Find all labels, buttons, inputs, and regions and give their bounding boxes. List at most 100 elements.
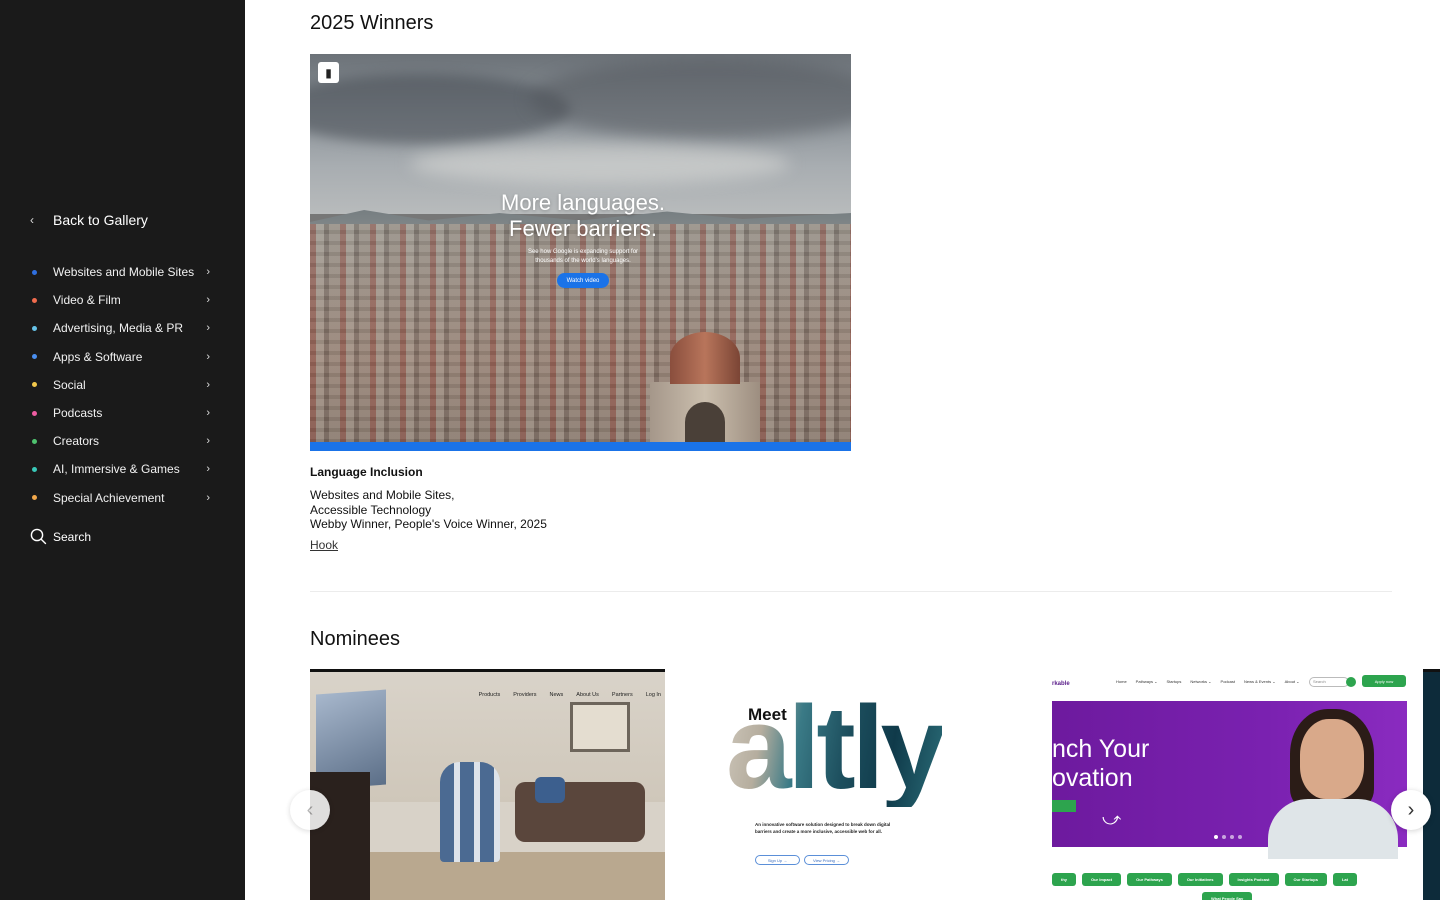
back-to-gallery-label: Back to Gallery: [53, 212, 148, 228]
hero-headline: More languages. Fewer barriers.: [310, 190, 851, 242]
card3-logo: rkable: [1052, 681, 1070, 687]
card3-person-photo: [1260, 709, 1400, 859]
card3-nav-item: About ⌄: [1284, 679, 1300, 684]
sidebar: ‹ Back to Gallery Websites and Mobile Si…: [0, 0, 245, 900]
category-label: Websites and Mobile Sites: [53, 265, 195, 280]
category-label: Apps & Software: [53, 349, 143, 364]
category-item-video-film[interactable]: Video & Film ›: [30, 286, 210, 314]
wall-frame: [570, 702, 630, 752]
category-label: Social: [53, 377, 86, 392]
agency-link[interactable]: Hook: [310, 538, 338, 552]
card3-pill: thy: [1052, 873, 1076, 886]
category-label: Video & Film: [53, 293, 121, 308]
chevron-right-icon: ›: [1407, 799, 1415, 821]
chevron-right-icon: ›: [206, 491, 210, 504]
hero-subtext-line1: See how Google is expanding support for: [527, 249, 639, 255]
category-item-podcasts[interactable]: Podcasts ›: [30, 399, 210, 427]
card1-nav-item: News: [549, 692, 564, 698]
card3-nav-item: Podcast: [1220, 679, 1235, 684]
category-list: Websites and Mobile Sites › Video & Film ›…: [30, 258, 210, 512]
nominee-card[interactable]: rkable Home Pathways ⌄ Startups Networks…: [1052, 669, 1407, 900]
category-label: AI, Immersive & Games: [53, 462, 180, 477]
phone-icon[interactable]: ▮: [318, 62, 339, 83]
nominee-card-partial[interactable]: [1423, 669, 1440, 900]
person-face: [1300, 719, 1364, 799]
category-label: Special Achievement: [53, 490, 165, 505]
category-item-apps[interactable]: Apps & Software ›: [30, 343, 210, 371]
slider-dot: [1214, 835, 1218, 839]
hero-progress-bar: [310, 442, 851, 451]
winners-heading: 2025 Winners: [310, 12, 434, 34]
card3-green-button: [1052, 800, 1076, 812]
section-divider: [310, 591, 1392, 592]
card1-nav-item: Log In: [645, 692, 661, 698]
nominee-card[interactable]: altly Meet An innovative software soluti…: [722, 669, 1032, 900]
category-dot: [32, 382, 37, 388]
card3-nav: Home Pathways ⌄ Startups Networks ⌄ Podc…: [1116, 679, 1300, 684]
chevron-right-icon: ›: [206, 350, 210, 363]
card3-nav-item: Startups: [1166, 679, 1182, 684]
category-item-special-achievement[interactable]: Special Achievement ›: [30, 484, 210, 512]
person-shirt: [1268, 799, 1398, 859]
card3-apply-button: Apply now: [1362, 675, 1406, 687]
card3-slider-dots: [1214, 835, 1242, 839]
card3-pill: Our Impact: [1082, 873, 1122, 886]
view-pricing-button: View Pricing →: [804, 855, 849, 865]
hero-cloud: [410, 144, 790, 184]
card2-body-text: An innovative software solution designed…: [755, 822, 891, 834]
back-to-gallery-link[interactable]: ‹ Back to Gallery: [30, 212, 148, 228]
card3-pill: Lat: [1332, 873, 1357, 886]
card3-pill: What People Say: [1202, 892, 1253, 900]
search-icon: [30, 528, 47, 545]
chevron-right-icon: ›: [206, 322, 210, 335]
carousel-prev-button[interactable]: ‹: [290, 790, 330, 830]
card3-nav-item: Pathways ⌄: [1135, 679, 1158, 684]
card3-nav-item: Networks ⌄: [1190, 679, 1212, 684]
card3-nav-item: News & Events ⌄: [1243, 679, 1276, 684]
hero-subtext-line2: thousands of the world’s languages.: [535, 258, 631, 264]
chevron-right-icon: ›: [206, 378, 210, 391]
category-item-creators[interactable]: Creators ›: [30, 427, 210, 455]
category-dot: [32, 297, 37, 303]
category-dot: [32, 269, 37, 275]
entry-award: Webby Winner, People's Voice Winner, 202…: [310, 517, 547, 531]
card3-nav-item: Home: [1116, 679, 1127, 684]
category-item-advertising[interactable]: Advertising, Media & PR ›: [30, 314, 210, 342]
category-dot: [32, 495, 37, 501]
card1-nav-item: About Us: [576, 692, 599, 698]
slider-dot: [1230, 835, 1234, 839]
card1-nav-item: Partners: [611, 692, 633, 698]
chevron-right-icon: ›: [206, 294, 210, 307]
card3-search-go: [1346, 677, 1356, 687]
pillow: [535, 777, 565, 803]
card3-headline: nch Your ovation: [1052, 735, 1149, 793]
entry-category-line1: Websites and Mobile Sites,: [310, 488, 455, 502]
category-item-social[interactable]: Social ›: [30, 371, 210, 399]
watch-video-button[interactable]: Watch video: [557, 273, 609, 288]
chevron-left-icon: ‹: [306, 799, 314, 821]
card3-search-field: Search: [1309, 677, 1349, 687]
category-item-websites[interactable]: Websites and Mobile Sites ›: [30, 258, 210, 286]
card3-pill-row: thy Our Impact Our Pathways Our Initiati…: [1052, 873, 1407, 900]
search-button[interactable]: Search: [30, 528, 91, 545]
card3-pill: Our Pathways: [1127, 873, 1172, 886]
main-content: 2025 Winners ▮ More languages. Fewer bar…: [245, 0, 1440, 900]
search-label: Search: [53, 529, 92, 544]
category-label: Advertising, Media & PR: [53, 321, 184, 336]
chevron-left-icon: ‹: [30, 213, 34, 227]
entry-details: Websites and Mobile Sites, Accessible Te…: [310, 488, 547, 532]
category-label: Creators: [53, 434, 100, 449]
category-item-ai-games[interactable]: AI, Immersive & Games ›: [30, 455, 210, 483]
category-dot: [32, 325, 37, 331]
card3-pill: Our Initiatives: [1177, 873, 1223, 886]
curved-arrow-icon: ⤻: [1102, 809, 1122, 829]
entry-category-line2: Accessible Technology: [310, 502, 432, 517]
hero-subtext: See how Google is expanding support for …: [310, 248, 851, 266]
category-dot: [32, 354, 37, 360]
nominee-card[interactable]: Products Providers News About Us Partner…: [310, 669, 665, 900]
card3-pill: Insights Podcast: [1228, 873, 1279, 886]
winner-media[interactable]: ▮ More languages. Fewer barriers. See ho…: [310, 54, 851, 451]
chevron-right-icon: ›: [206, 266, 210, 279]
carousel-next-button[interactable]: ›: [1391, 790, 1431, 830]
slider-dot: [1238, 835, 1242, 839]
